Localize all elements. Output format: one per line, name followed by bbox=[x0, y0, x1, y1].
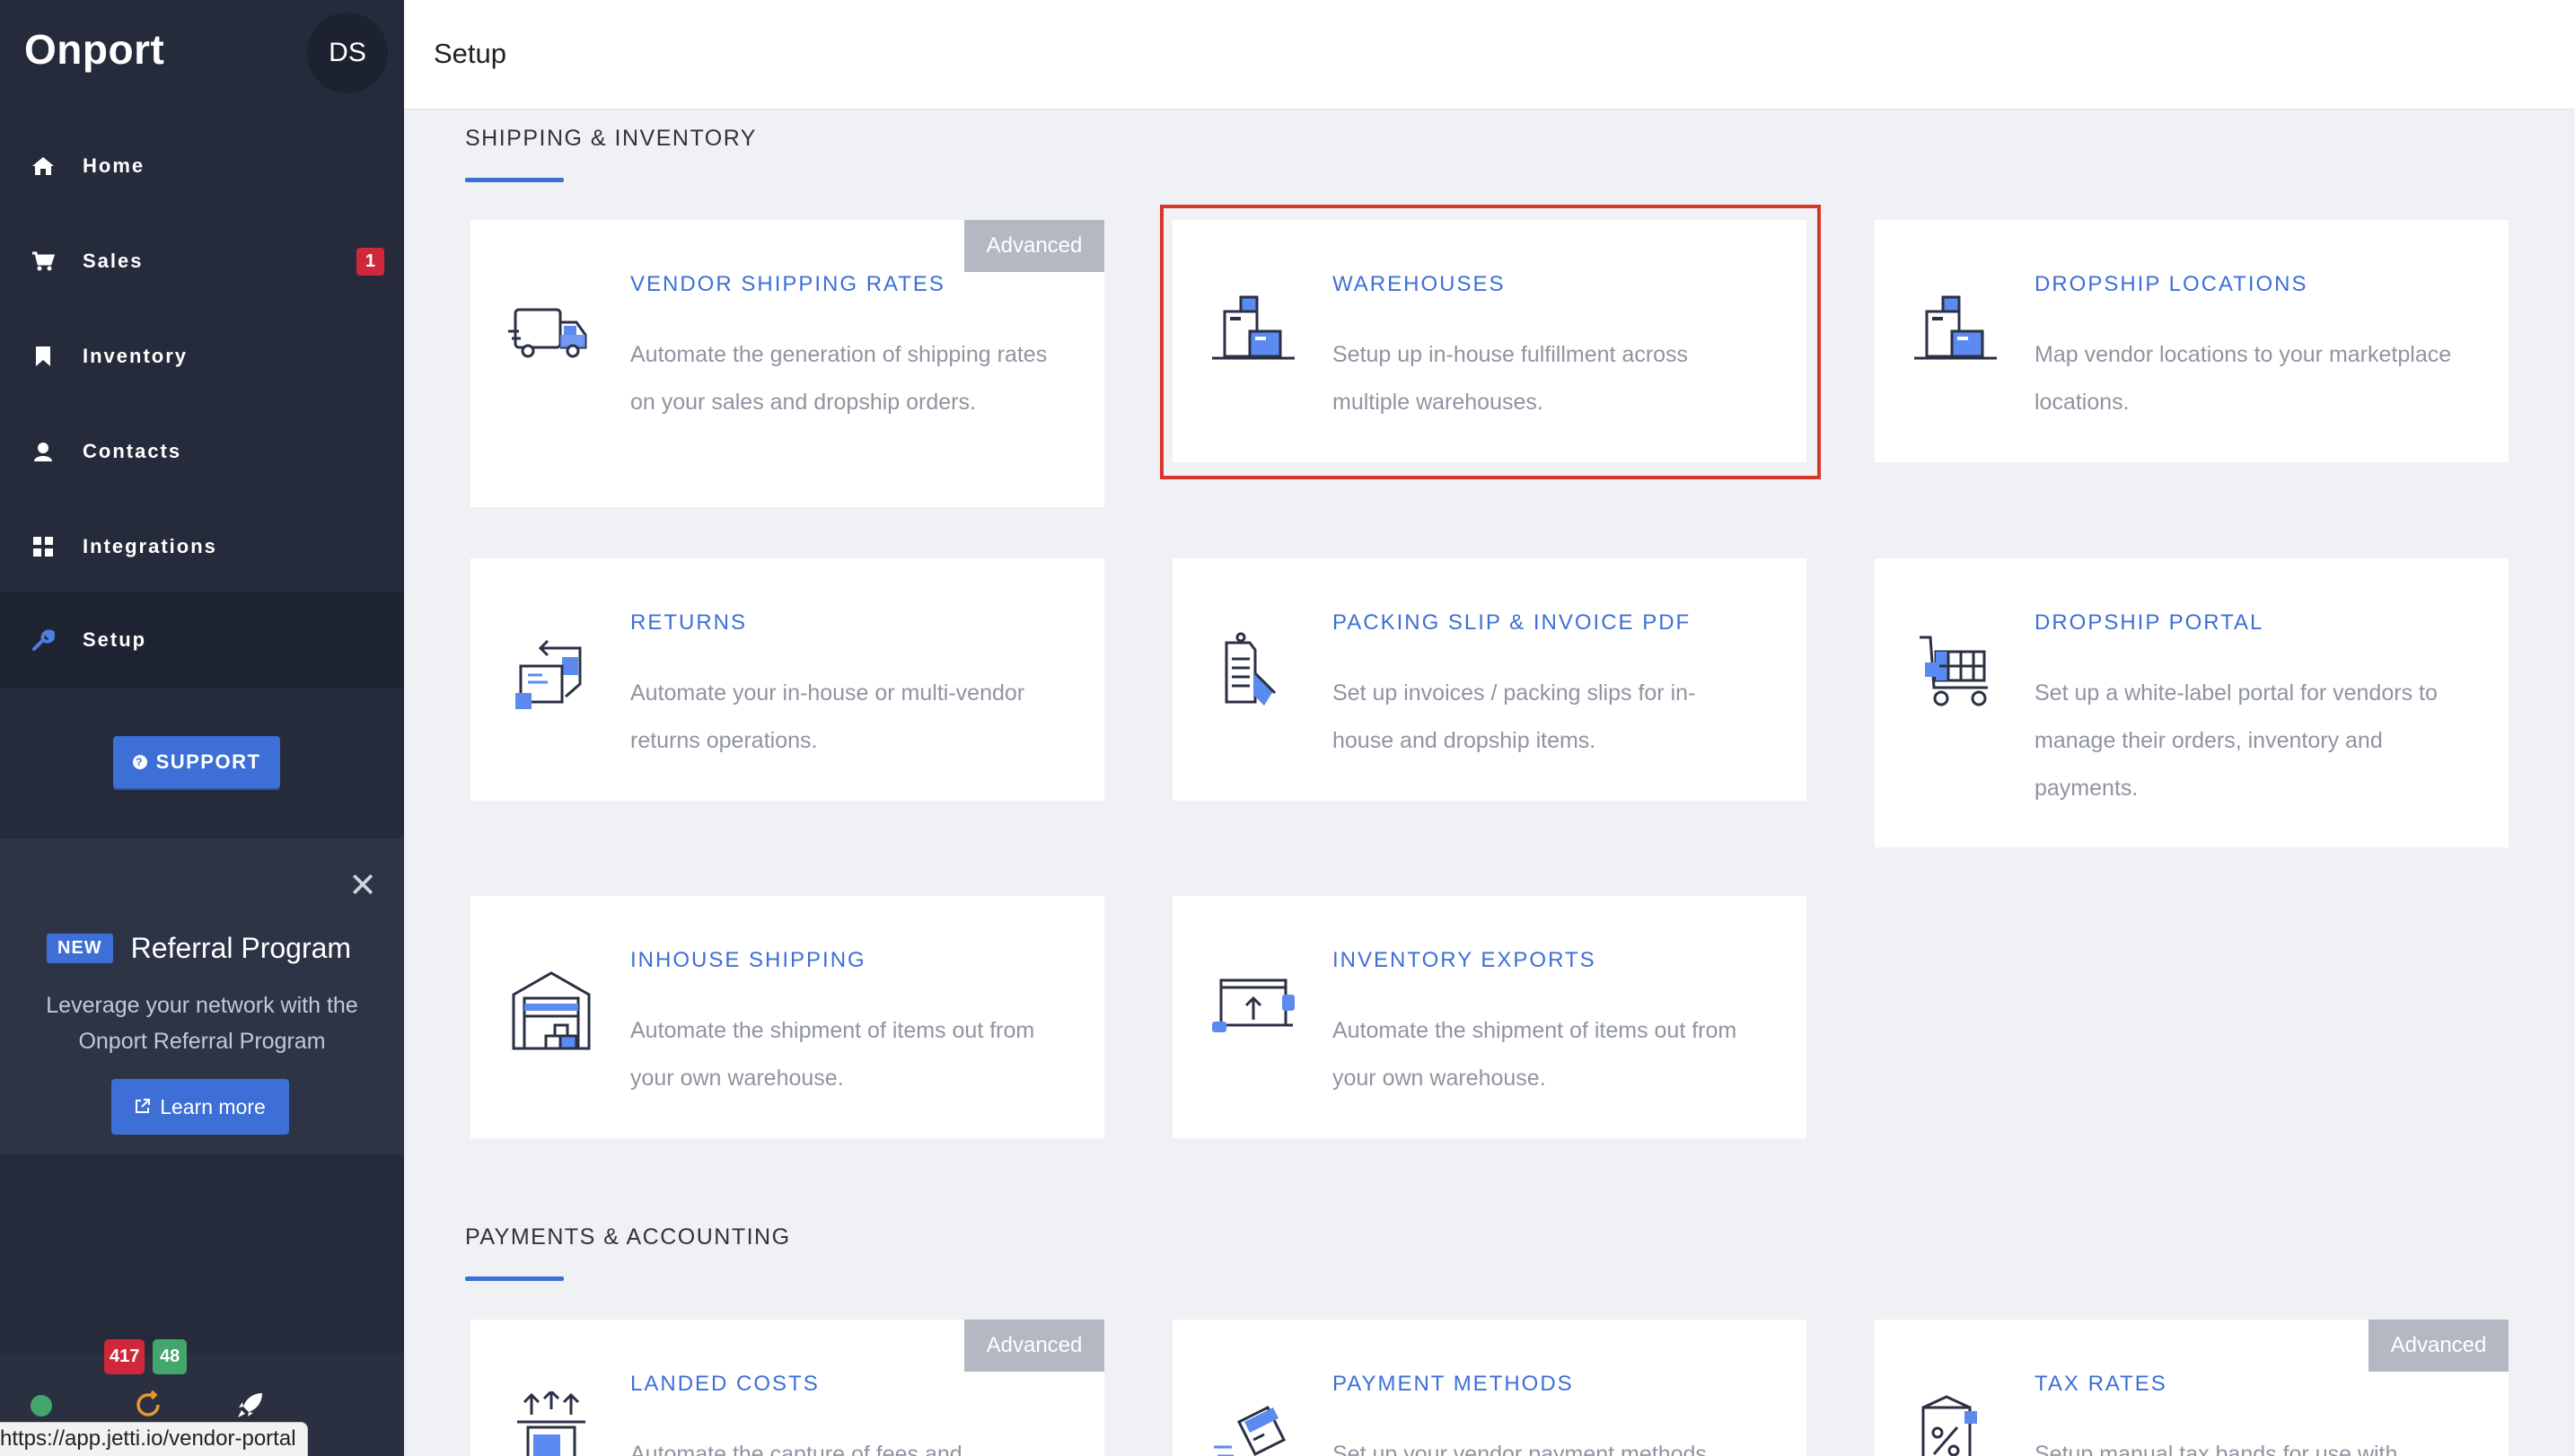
advanced-badge: Advanced bbox=[2368, 1320, 2509, 1372]
card-title: PACKING SLIP & INVOICE PDF bbox=[1332, 610, 1692, 635]
sidebar-item-setup[interactable]: Setup bbox=[0, 592, 404, 688]
card-vendor-shipping-rates[interactable]: Advanced VENDOR SHIPPING RATES Automate … bbox=[470, 220, 1104, 507]
card-title: INVENTORY EXPORTS bbox=[1332, 948, 1596, 972]
cart-icon bbox=[31, 249, 56, 274]
returns-icon bbox=[506, 630, 596, 720]
support-label: SUPPORT bbox=[155, 750, 261, 773]
dropship-boxes-icon bbox=[1911, 292, 2000, 382]
section-underline bbox=[465, 178, 564, 182]
promo-title: Referral Program bbox=[130, 932, 352, 964]
sidebar-item-sales[interactable]: Sales 1 bbox=[0, 214, 404, 309]
sidebar-item-label: Home bbox=[83, 154, 145, 177]
truck-icon bbox=[506, 292, 596, 382]
portal-cart-icon bbox=[1911, 630, 2000, 720]
packing-slip-icon bbox=[1208, 630, 1298, 720]
support-button[interactable]: ? SUPPORT bbox=[113, 736, 280, 788]
sidebar-item-home[interactable]: Home bbox=[0, 118, 404, 214]
card-inhouse-shipping[interactable]: INHOUSE SHIPPING Automate the shipment o… bbox=[470, 896, 1104, 1138]
card-dropship-portal[interactable]: DROPSHIP PORTAL Set up a white-label por… bbox=[1875, 558, 2509, 847]
card-description: Map vendor locations to your marketplace… bbox=[2035, 342, 2452, 415]
avatar[interactable]: DS bbox=[307, 13, 388, 93]
card-payment-methods[interactable]: PAYMENT METHODS Set up your vendor payme… bbox=[1173, 1320, 1806, 1456]
tax-document-icon bbox=[1911, 1391, 2000, 1456]
rocket-icon[interactable] bbox=[235, 1390, 266, 1420]
status-dot-icon[interactable] bbox=[31, 1395, 52, 1417]
card-title: LANDED COSTS bbox=[630, 1372, 820, 1396]
card-title: VENDOR SHIPPING RATES bbox=[630, 272, 945, 296]
sidebar: Onport DS Home Sales 1 Inventory Contact… bbox=[0, 0, 404, 1456]
section-title-shipping: SHIPPING & INVENTORY bbox=[465, 126, 757, 151]
help-icon: ? bbox=[132, 755, 147, 769]
card-description: Automate the shipment of items out from … bbox=[630, 1018, 1035, 1091]
credit-card-icon bbox=[1208, 1391, 1298, 1456]
card-description: Set up invoices / packing slips for in-h… bbox=[1332, 680, 1696, 753]
card-description: Setup manual tax bands for use with bbox=[2035, 1442, 2398, 1456]
promo-text: Leverage your network with the Onport Re… bbox=[46, 993, 358, 1054]
sidebar-item-inventory[interactable]: Inventory bbox=[0, 309, 404, 404]
success-count-badge[interactable]: 48 bbox=[153, 1339, 188, 1374]
learn-more-label: Learn more bbox=[160, 1094, 266, 1118]
card-packing-slip[interactable]: PACKING SLIP & INVOICE PDF Set up invoic… bbox=[1173, 558, 1806, 801]
card-description: Set up your vendor payment methods bbox=[1332, 1442, 1707, 1456]
card-title: DROPSHIP PORTAL bbox=[2035, 610, 2264, 635]
sidebar-item-contacts[interactable]: Contacts bbox=[0, 404, 404, 499]
sidebar-item-label: Inventory bbox=[83, 345, 189, 367]
page-title: Setup bbox=[434, 38, 507, 69]
url-tooltip: https://app.jetti.io/vendor-portal bbox=[0, 1422, 308, 1456]
card-inventory-exports[interactable]: INVENTORY EXPORTS Automate the shipment … bbox=[1173, 896, 1806, 1138]
card-description: Set up a white-label portal for vendors … bbox=[2035, 680, 2438, 801]
highlight-box bbox=[1160, 205, 1821, 479]
card-title: PAYMENT METHODS bbox=[1332, 1372, 1574, 1396]
sidebar-item-integrations[interactable]: Integrations bbox=[0, 499, 404, 594]
section-underline bbox=[465, 1276, 564, 1281]
card-title: INHOUSE SHIPPING bbox=[630, 948, 866, 972]
landed-costs-icon bbox=[506, 1389, 596, 1456]
user-icon bbox=[31, 439, 56, 464]
error-count-badge[interactable]: 417 bbox=[104, 1339, 145, 1374]
external-link-icon bbox=[135, 1095, 151, 1119]
card-tax-rates[interactable]: Advanced TAX RATES Setup manual tax band… bbox=[1875, 1320, 2509, 1456]
sales-count-badge: 1 bbox=[356, 248, 384, 276]
home-icon bbox=[31, 153, 56, 179]
sidebar-item-label: Setup bbox=[83, 628, 147, 651]
card-title: TAX RATES bbox=[2035, 1372, 2167, 1396]
referral-promo: ✕ NEW Referral Program Leverage your net… bbox=[0, 838, 404, 1154]
advanced-badge: Advanced bbox=[964, 220, 1104, 272]
card-title: DROPSHIP LOCATIONS bbox=[2035, 272, 2308, 296]
card-dropship-locations[interactable]: DROPSHIP LOCATIONS Map vendor locations … bbox=[1875, 220, 2509, 462]
grid-icon bbox=[31, 534, 56, 559]
card-title: RETURNS bbox=[630, 610, 748, 635]
garage-icon bbox=[506, 968, 596, 1057]
card-description: Automate the shipment of items out from … bbox=[1332, 1018, 1737, 1091]
topbar: Setup bbox=[404, 0, 2575, 110]
brand-logo[interactable]: Onport bbox=[24, 25, 164, 74]
export-laptop-icon bbox=[1208, 968, 1298, 1057]
close-icon[interactable]: ✕ bbox=[348, 865, 377, 906]
card-description: Automate your in-house or multi-vendor r… bbox=[630, 680, 1025, 753]
sidebar-item-label: Integrations bbox=[83, 535, 217, 557]
new-badge: NEW bbox=[47, 934, 113, 963]
learn-more-button[interactable]: Learn more bbox=[111, 1079, 289, 1135]
advanced-badge: Advanced bbox=[964, 1320, 1104, 1372]
section-title-payments: PAYMENTS & ACCOUNTING bbox=[465, 1224, 791, 1250]
card-returns[interactable]: RETURNS Automate your in-house or multi-… bbox=[470, 558, 1104, 801]
sidebar-item-label: Contacts bbox=[83, 440, 182, 462]
promo-header: NEW Referral Program bbox=[47, 932, 351, 965]
wrench-icon bbox=[31, 627, 56, 653]
card-description: Automate the capture of fees and bbox=[630, 1442, 962, 1456]
refresh-icon[interactable] bbox=[133, 1390, 163, 1420]
card-landed-costs[interactable]: Advanced LANDED COSTS Automate the captu… bbox=[470, 1320, 1104, 1456]
card-description: Automate the generation of shipping rate… bbox=[630, 342, 1048, 415]
bookmark-icon bbox=[31, 344, 56, 369]
sidebar-item-label: Sales bbox=[83, 250, 144, 272]
